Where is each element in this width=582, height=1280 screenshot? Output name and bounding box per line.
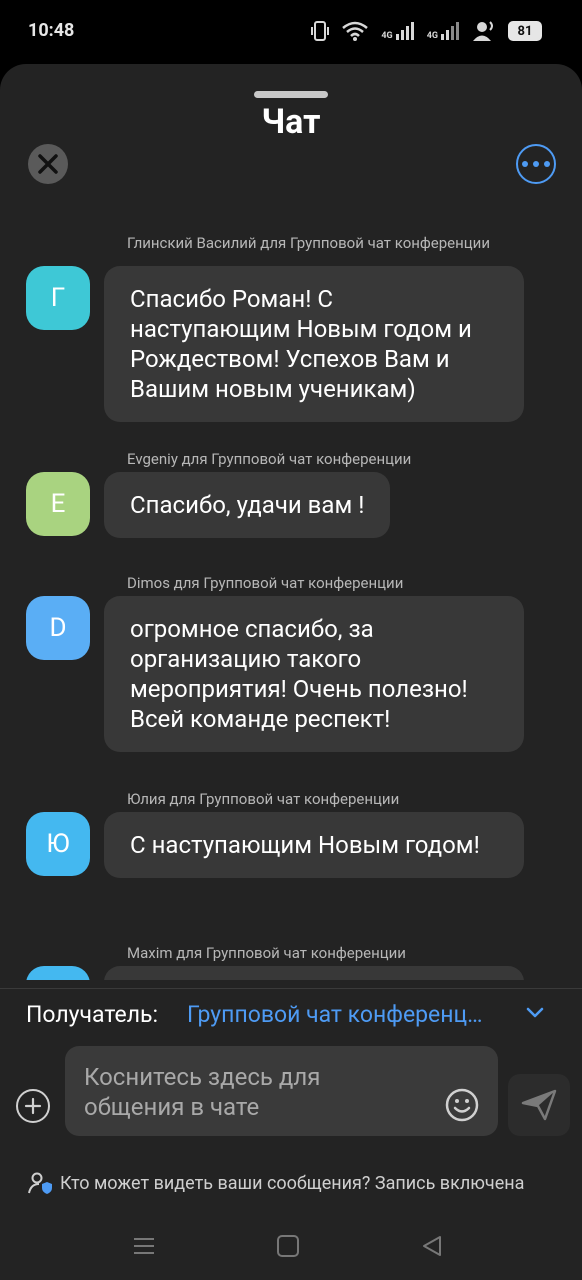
system-nav-bar bbox=[0, 1220, 582, 1280]
send-button[interactable] bbox=[508, 1074, 570, 1136]
privacy-notice[interactable]: Кто может видеть ваши сообщения? Запись … bbox=[28, 1171, 524, 1195]
chevron-down-icon[interactable] bbox=[525, 1005, 545, 1019]
more-options-button[interactable] bbox=[516, 144, 556, 184]
signal-4g-icon: 4G bbox=[381, 21, 414, 41]
close-button[interactable] bbox=[28, 144, 68, 184]
close-icon bbox=[38, 154, 58, 174]
message-input-placeholder: Коснитесь здесь для общения в чате bbox=[84, 1063, 321, 1121]
user-shield-icon bbox=[28, 1172, 52, 1194]
menu-icon[interactable] bbox=[132, 1234, 156, 1258]
message-bubble[interactable] bbox=[104, 966, 524, 980]
status-bar: 10:48 4G 4G 81 bbox=[0, 0, 582, 64]
drag-handle[interactable] bbox=[254, 91, 328, 98]
avatar bbox=[26, 966, 90, 980]
message-sender: Глинский Василий для Групповой чат конфе… bbox=[127, 234, 490, 252]
avatar: D bbox=[26, 596, 90, 660]
message-list[interactable]: Глинский Василий для Групповой чат конфе… bbox=[0, 224, 582, 980]
signal-4g-icon: 4G bbox=[427, 21, 460, 41]
plus-icon bbox=[24, 1097, 42, 1115]
message-sender: Maxim для Групповой чат конференции bbox=[127, 944, 406, 962]
recipient-value[interactable]: Групповой чат конференц… bbox=[187, 1001, 483, 1028]
chat-sheet: Чат Глинский Василий для Групповой чат к… bbox=[0, 64, 582, 1280]
message-bubble[interactable]: С наступающим Новым годом! bbox=[104, 812, 524, 878]
status-time: 10:48 bbox=[28, 20, 75, 41]
back-icon[interactable] bbox=[420, 1234, 444, 1258]
privacy-text: Кто может видеть ваши сообщения? Запись … bbox=[60, 1172, 525, 1194]
home-icon[interactable] bbox=[276, 1234, 300, 1258]
message-sender: Юлия для Групповой чат конференции bbox=[127, 790, 400, 808]
vibrate-icon bbox=[311, 21, 330, 41]
message-sender: Dimos для Групповой чат конференции bbox=[127, 574, 404, 592]
send-icon bbox=[521, 1089, 557, 1121]
message-bubble[interactable]: Спасибо, удачи вам ! bbox=[104, 472, 391, 538]
hotspot-user-icon bbox=[473, 21, 493, 41]
avatar: E bbox=[26, 472, 90, 536]
message-sender: Evgeniy для Групповой чат конференции bbox=[127, 450, 412, 468]
recipient-selector[interactable]: Получатель: Групповой чат конференц… bbox=[0, 988, 582, 1048]
avatar: Г bbox=[26, 266, 90, 330]
message-bubble[interactable]: огромное спасибо, за организацию такого … bbox=[104, 596, 524, 752]
avatar: Ю bbox=[26, 812, 90, 876]
battery-indicator: 81 bbox=[508, 21, 542, 41]
more-options-icon bbox=[522, 161, 528, 167]
add-button[interactable] bbox=[16, 1089, 50, 1123]
message-bubble[interactable]: Спасибо Роман! С наступающим Новым годом… bbox=[104, 266, 524, 422]
message-input[interactable]: Коснитесь здесь для общения в чате bbox=[65, 1046, 498, 1136]
recipient-label: Получатель: bbox=[26, 1001, 159, 1028]
wifi-icon bbox=[342, 21, 369, 41]
page-title: Чат bbox=[261, 102, 321, 142]
emoji-icon[interactable] bbox=[445, 1088, 479, 1122]
status-icons: 4G 4G 81 bbox=[311, 20, 542, 42]
